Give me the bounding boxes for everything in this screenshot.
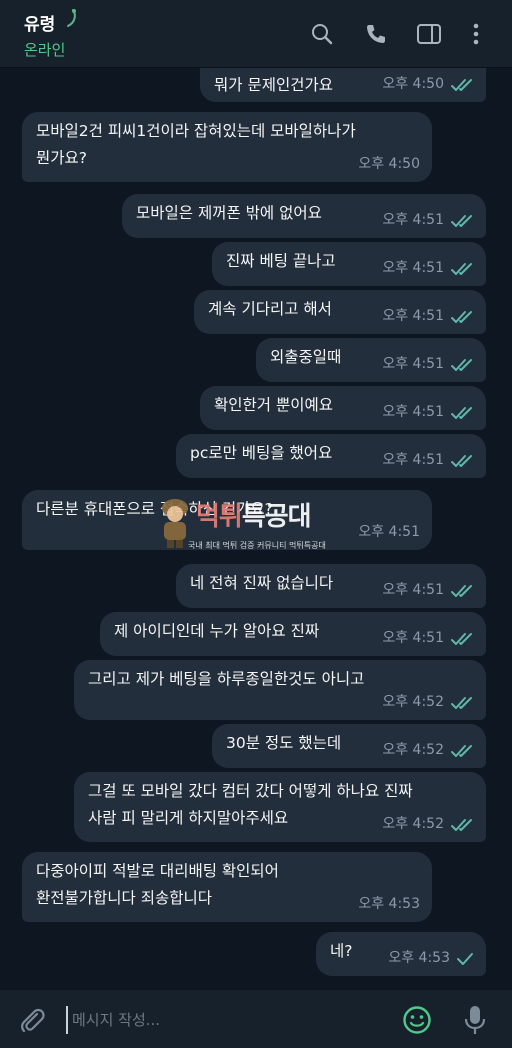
read-double-check-icon xyxy=(451,744,472,757)
incoming-message[interactable]: 모바일2건 피씨1건이라 잡혀있는데 모바일하나가 뭔가요? 오후 4:50 xyxy=(22,112,432,182)
message-time: 오후 4:51 xyxy=(382,356,444,372)
message-time: 오후 4:51 xyxy=(382,308,444,324)
message-meta: 오후 4:51 xyxy=(382,625,474,652)
message-input[interactable] xyxy=(66,1006,394,1034)
message-time: 오후 4:51 xyxy=(358,524,420,540)
message-meta: 오후 4:50 xyxy=(382,71,474,98)
read-double-check-icon xyxy=(451,310,472,323)
phone-icon[interactable] xyxy=(362,20,390,48)
outgoing-message[interactable]: 그리고 제가 베팅을 하루종일한것도 아니고 오후 4:52 xyxy=(74,660,486,720)
message-time: 오후 4:50 xyxy=(382,76,444,92)
sidebar-toggle-icon[interactable] xyxy=(415,20,443,48)
outgoing-message[interactable]: 네? 오후 4:53 xyxy=(316,932,486,976)
outgoing-message[interactable]: 30분 정도 했는데 오후 4:52 xyxy=(212,724,486,768)
search-icon[interactable] xyxy=(308,20,336,48)
outgoing-message[interactable]: 진짜 베팅 끝나고 오후 4:51 xyxy=(212,242,486,286)
contact-info[interactable]: 유령 온라인 xyxy=(24,8,78,60)
message-time: 오후 4:51 xyxy=(382,212,444,228)
message-meta: 오후 4:51 xyxy=(382,351,474,378)
message-meta: 오후 4:51 xyxy=(382,207,474,234)
read-double-check-icon xyxy=(451,214,472,227)
outgoing-message[interactable]: 제 아이디인데 누가 알아요 진짜 오후 4:51 xyxy=(100,612,486,656)
emoji-status-icon xyxy=(64,8,78,34)
read-double-check-icon xyxy=(451,454,472,467)
contact-status: 온라인 xyxy=(24,41,66,59)
message-meta: 오후 4:51 xyxy=(382,447,474,474)
outgoing-message[interactable]: 그걸 또 모바일 갔다 컴터 갔다 어떻게 하나요 진짜 사람 피 말리게 하지… xyxy=(74,772,486,842)
message-time: 오후 4:53 xyxy=(358,896,420,912)
message-time: 오후 4:51 xyxy=(382,452,444,468)
message-time: 오후 4:52 xyxy=(382,816,444,832)
chat-header: 유령 온라인 xyxy=(0,0,512,68)
read-double-check-icon xyxy=(451,632,472,645)
read-double-check-icon xyxy=(451,78,472,91)
outgoing-message[interactable]: 네 전혀 진짜 없습니다 오후 4:51 xyxy=(176,564,486,608)
soldier-mascot-icon xyxy=(162,499,188,548)
outgoing-message[interactable]: 계속 기다리고 해서 오후 4:51 xyxy=(194,290,486,334)
message-meta: 오후 4:51 xyxy=(382,577,474,604)
read-double-check-icon xyxy=(451,262,472,275)
outgoing-message[interactable]: 확인한거 뿐이예요 오후 4:51 xyxy=(200,386,486,430)
message-meta: 오후 4:52 xyxy=(382,689,474,716)
incoming-message[interactable]: 다중아이피 적발로 대리배팅 확인되어 환전불가합니다 죄송합니다 오후 4:53 xyxy=(22,852,432,922)
watermark-title: 먹튀특공대 xyxy=(196,502,312,532)
read-double-check-icon xyxy=(451,406,472,419)
message-time: 오후 4:51 xyxy=(382,582,444,598)
contact-name: 유령 xyxy=(24,15,56,35)
read-double-check-icon xyxy=(451,358,472,371)
more-vert-icon[interactable] xyxy=(462,20,490,48)
outgoing-message[interactable]: 외출중일때 오후 4:51 xyxy=(256,338,486,382)
message-meta: 오후 4:51 xyxy=(382,399,474,426)
message-meta: 오후 4:50 xyxy=(358,151,420,178)
message-time: 오후 4:50 xyxy=(358,156,420,172)
microphone-icon[interactable] xyxy=(462,1004,488,1040)
message-meta: 오후 4:52 xyxy=(382,811,474,838)
message-meta: 오후 4:53 xyxy=(388,945,474,972)
read-double-check-icon xyxy=(451,818,472,831)
sent-check-icon xyxy=(457,952,473,965)
composer-bar xyxy=(0,990,512,1048)
emoji-icon[interactable] xyxy=(402,1005,432,1039)
outgoing-message[interactable]: 뭐가 문제인건가요 오후 4:50 xyxy=(200,68,486,102)
message-time: 오후 4:52 xyxy=(382,742,444,758)
read-double-check-icon xyxy=(451,696,472,709)
attach-icon[interactable] xyxy=(18,1006,46,1038)
read-double-check-icon xyxy=(451,584,472,597)
message-time: 오후 4:52 xyxy=(382,694,444,710)
outgoing-message[interactable]: 모바일은 제꺼폰 밖에 없어요 오후 4:51 xyxy=(122,194,486,238)
watermark-subtitle: 국내 최대 먹튀 검증 커뮤니티 먹튀특공대 xyxy=(188,541,326,550)
message-time: 오후 4:51 xyxy=(382,260,444,276)
message-time: 오후 4:51 xyxy=(382,404,444,420)
message-meta: 오후 4:52 xyxy=(382,737,474,764)
outgoing-message[interactable]: pc로만 베팅을 했어요 오후 4:51 xyxy=(176,434,486,478)
watermark-logo: 먹튀특공대 국내 최대 먹튀 검증 커뮤니티 먹튀특공대 xyxy=(158,496,358,552)
message-time: 오후 4:51 xyxy=(382,630,444,646)
message-meta: 오후 4:51 xyxy=(382,255,474,282)
message-meta: 오후 4:51 xyxy=(382,303,474,330)
message-meta: 오후 4:51 xyxy=(358,519,420,546)
message-time: 오후 4:53 xyxy=(388,950,450,966)
message-meta: 오후 4:53 xyxy=(358,891,420,918)
